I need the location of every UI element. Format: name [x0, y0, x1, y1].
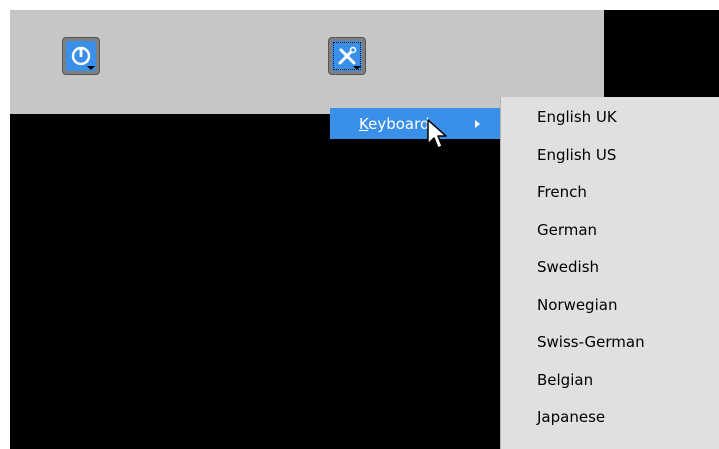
submenu-item-german[interactable]: German — [501, 212, 719, 250]
tools-menu-button[interactable] — [328, 37, 366, 75]
power-menu-button[interactable] — [62, 37, 100, 75]
menu-item-keyboard[interactable]: Keyboard — [330, 108, 500, 139]
menu-item-keyboard-label: Keyboard — [359, 115, 430, 133]
submenu-item-belgian[interactable]: Belgian — [501, 362, 719, 400]
mnemonic: K — [359, 115, 369, 133]
submenu-item-norwegian[interactable]: Norwegian — [501, 287, 719, 325]
chevron-right-icon — [475, 120, 480, 128]
keyboard-layout-submenu: English UK English US French German Swed… — [500, 97, 719, 449]
submenu-item-french[interactable]: French — [501, 174, 719, 212]
desktop-screen: Keyboard English UK English US French Ge… — [10, 10, 719, 449]
menu-item-label-rest: eyboard — [368, 115, 430, 133]
chevron-down-icon — [353, 66, 361, 70]
tools-button-face — [332, 41, 362, 71]
submenu-item-english-uk[interactable]: English UK — [501, 99, 719, 137]
chevron-down-icon — [87, 66, 95, 70]
mouse-cursor-icon — [427, 119, 447, 149]
submenu-item-swiss-german[interactable]: Swiss-German — [501, 324, 719, 362]
keyboard-layout-list: English UK English US French German Swed… — [501, 99, 719, 437]
submenu-item-swedish[interactable]: Swedish — [501, 249, 719, 287]
power-button-face — [66, 41, 96, 71]
tools-dropdown-menu: Keyboard — [330, 108, 500, 139]
submenu-item-japanese[interactable]: Japanese — [501, 399, 719, 437]
submenu-item-english-us[interactable]: English US — [501, 137, 719, 175]
